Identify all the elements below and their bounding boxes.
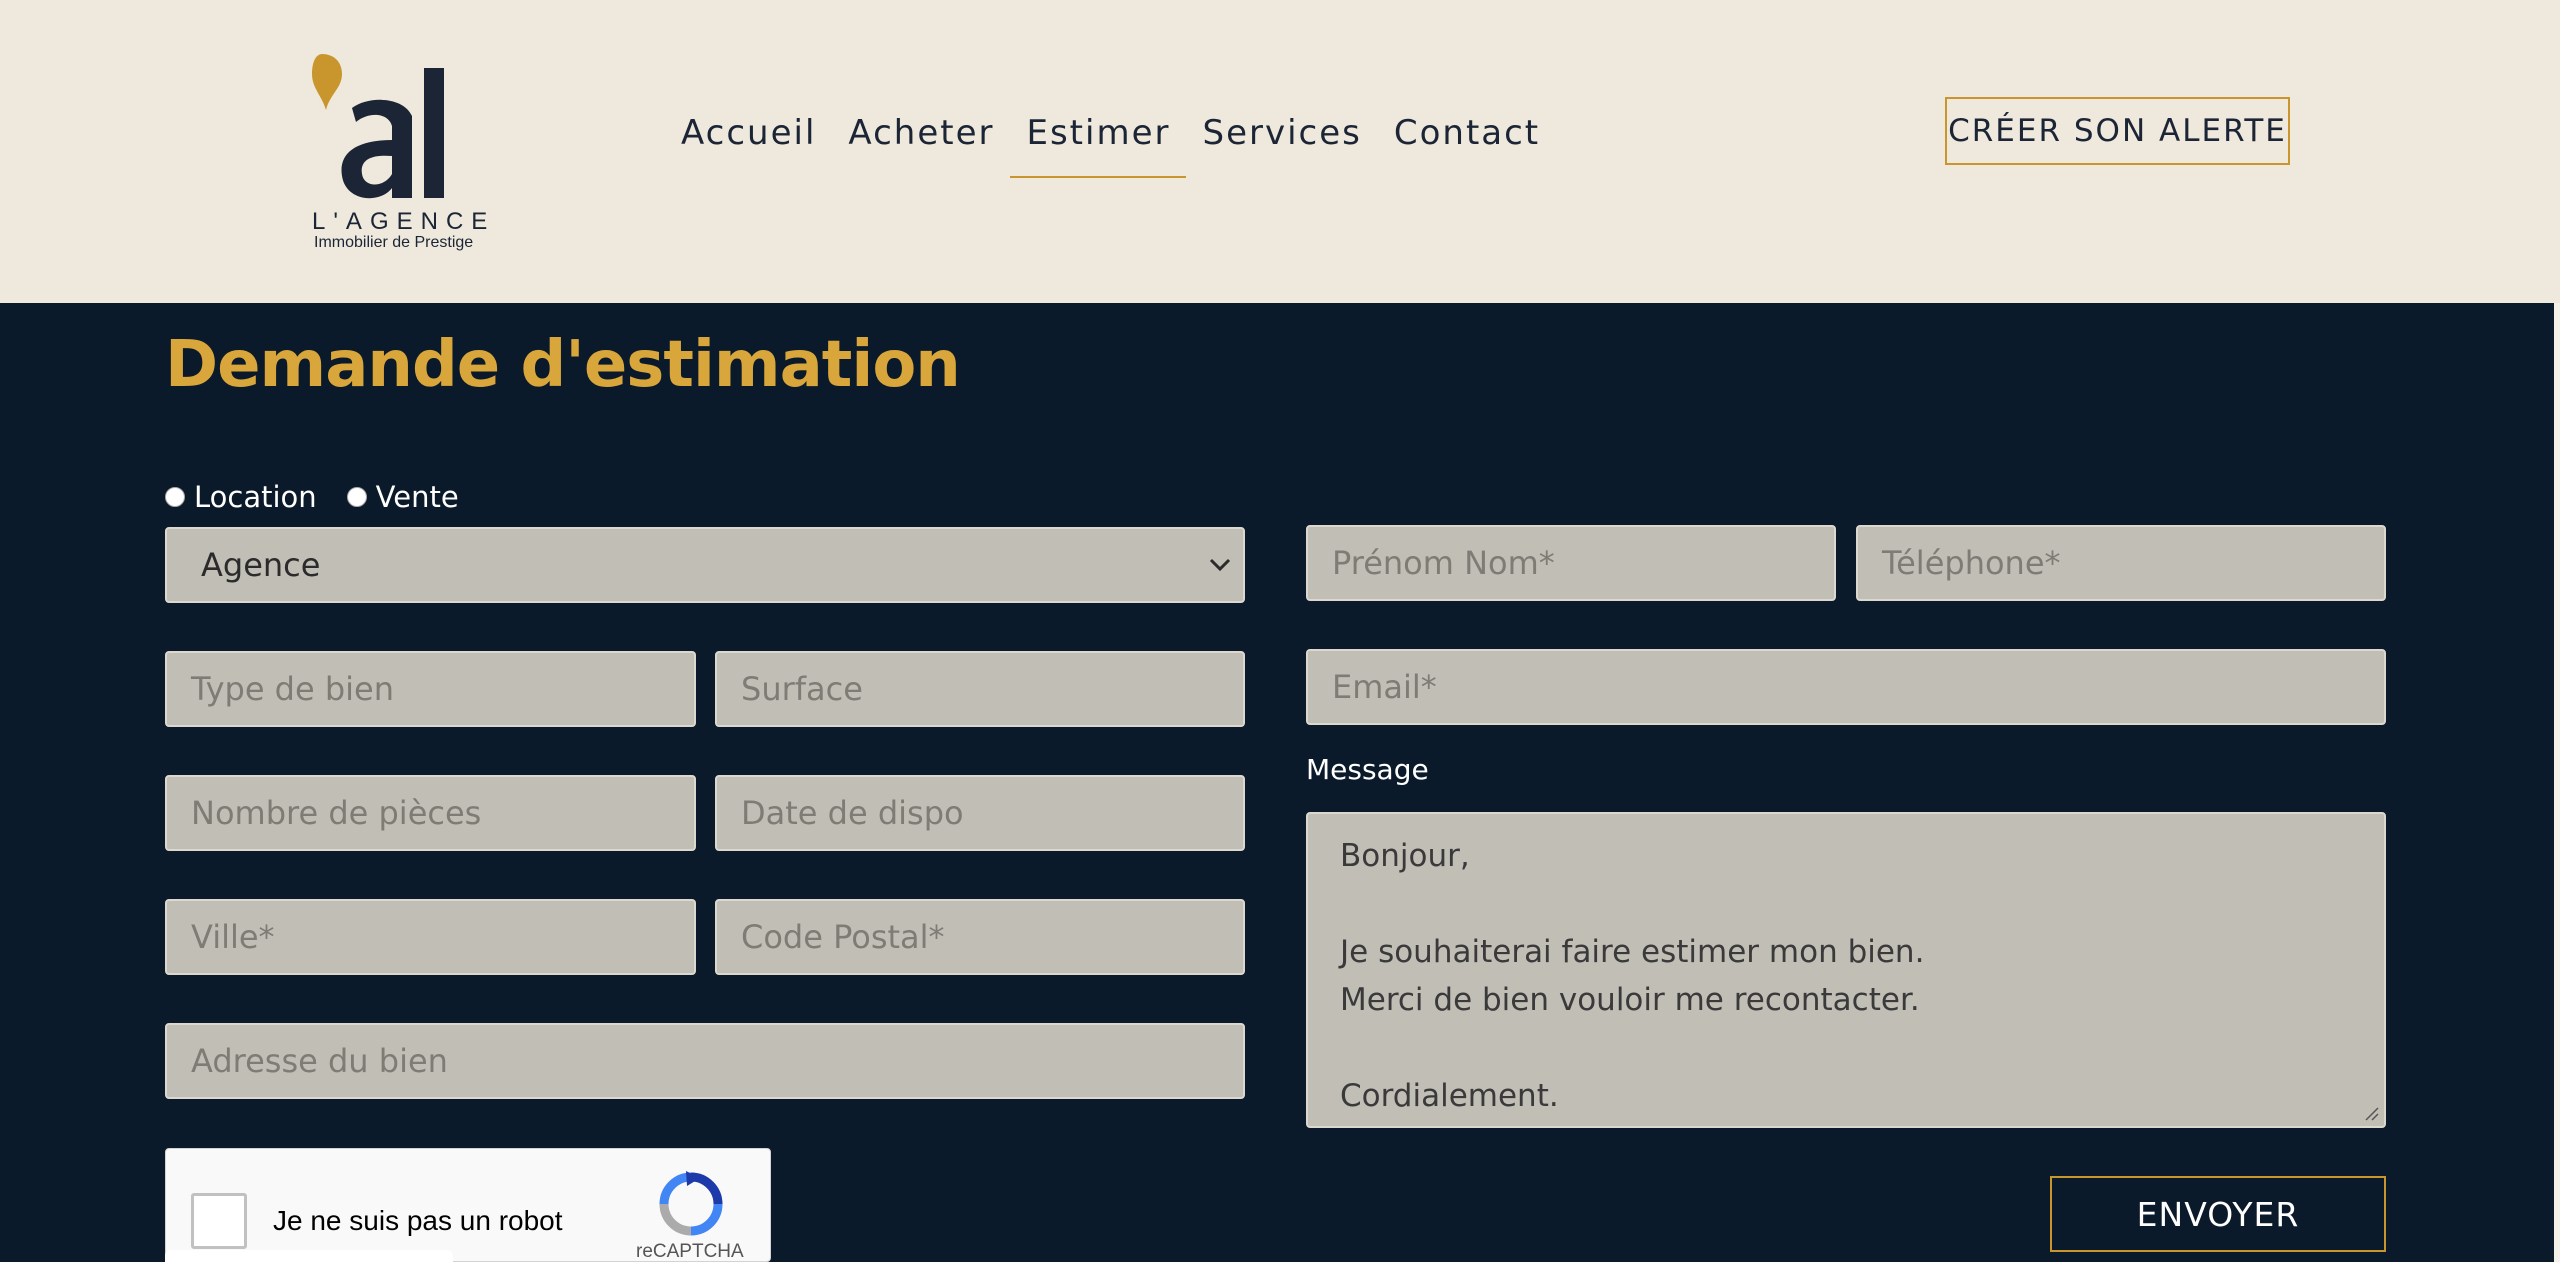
create-alert-button[interactable]: CRÉER SON ALERTE <box>1945 97 2290 165</box>
property-type-input[interactable]: Type de bien <box>165 651 696 727</box>
rooms-input[interactable]: Nombre de pièces <box>165 775 696 851</box>
postal-code-input[interactable]: Code Postal* <box>715 899 1245 975</box>
address-input[interactable]: Adresse du bien <box>165 1023 1245 1099</box>
radio-location[interactable] <box>165 487 185 507</box>
message-line: Je souhaiterai faire estimer mon bien. <box>1340 934 1925 970</box>
surface-placeholder: Surface <box>741 670 863 708</box>
address-placeholder: Adresse du bien <box>191 1042 448 1080</box>
page-title: Demande d'estimation <box>165 328 961 402</box>
phone-input[interactable]: Téléphone* <box>1856 525 2386 601</box>
recaptcha-checkbox[interactable] <box>191 1193 247 1249</box>
name-input[interactable]: Prénom Nom* <box>1306 525 1836 601</box>
agency-select[interactable]: Agence <box>165 527 1245 603</box>
nav-item-estimer[interactable]: Estimer <box>1010 108 1187 178</box>
nav-item-acheter[interactable]: Acheter <box>832 108 1010 178</box>
nav-item-accueil[interactable]: Accueil <box>665 108 832 178</box>
logo-wordmark: L'AGENCE <box>312 208 496 235</box>
agency-logo[interactable]: L'AGENCE Immobilier de Prestige <box>308 48 487 258</box>
message-line <box>1340 1024 2352 1072</box>
message-line: Bonjour, <box>1340 838 1470 874</box>
logo-tagline: Immobilier de Prestige <box>314 234 474 251</box>
send-button[interactable]: ENVOYER <box>2050 1176 2386 1252</box>
availability-date-placeholder: Date de dispo <box>741 794 964 832</box>
message-line: Merci de bien vouloir me recontacter. <box>1340 982 1920 1018</box>
nav-item-contact[interactable]: Contact <box>1378 108 1556 178</box>
chevron-down-icon <box>1207 552 1233 578</box>
site-header: L'AGENCE Immobilier de Prestige Accueil … <box>0 0 2560 303</box>
message-line: Cordialement. <box>1340 1078 1559 1114</box>
message-textarea[interactable]: Bonjour, Je souhaiterai faire estimer mo… <box>1306 812 2386 1128</box>
recaptcha-widget: Je ne suis pas un robot reCAPTCHA <box>165 1148 771 1262</box>
transaction-type-radios: Location Vente <box>165 480 489 514</box>
agency-select-value: Agence <box>201 546 321 584</box>
property-type-placeholder: Type de bien <box>191 670 395 708</box>
radio-location-label[interactable]: Location <box>194 480 317 514</box>
radio-vente[interactable] <box>346 487 367 507</box>
recaptcha-icon <box>659 1171 723 1236</box>
recaptcha-brand: reCAPTCHA <box>636 1241 744 1262</box>
message-label: Message <box>1306 753 1429 786</box>
city-placeholder: Ville* <box>191 918 275 956</box>
recaptcha-badge-edge <box>165 1250 453 1262</box>
surface-input[interactable]: Surface <box>715 651 1245 727</box>
name-placeholder: Prénom Nom* <box>1332 544 1555 582</box>
email-input[interactable]: Email* <box>1306 649 2386 725</box>
nav-item-services[interactable]: Services <box>1186 108 1377 178</box>
rooms-placeholder: Nombre de pièces <box>191 794 482 832</box>
main-nav: Accueil Acheter Estimer Services Contact <box>665 108 1556 178</box>
radio-vente-label[interactable]: Vente <box>376 480 459 514</box>
email-placeholder: Email* <box>1332 668 1437 706</box>
logo-mark-icon <box>312 54 444 199</box>
recaptcha-label: Je ne suis pas un robot <box>273 1205 563 1236</box>
availability-date-input[interactable]: Date de dispo <box>715 775 1245 851</box>
city-input[interactable]: Ville* <box>165 899 696 975</box>
message-line <box>1340 880 2352 928</box>
resize-handle-icon[interactable] <box>2362 1104 2380 1122</box>
phone-placeholder: Téléphone* <box>1882 544 2061 582</box>
postal-code-placeholder: Code Postal* <box>741 918 945 956</box>
page-edge <box>2554 303 2560 1262</box>
